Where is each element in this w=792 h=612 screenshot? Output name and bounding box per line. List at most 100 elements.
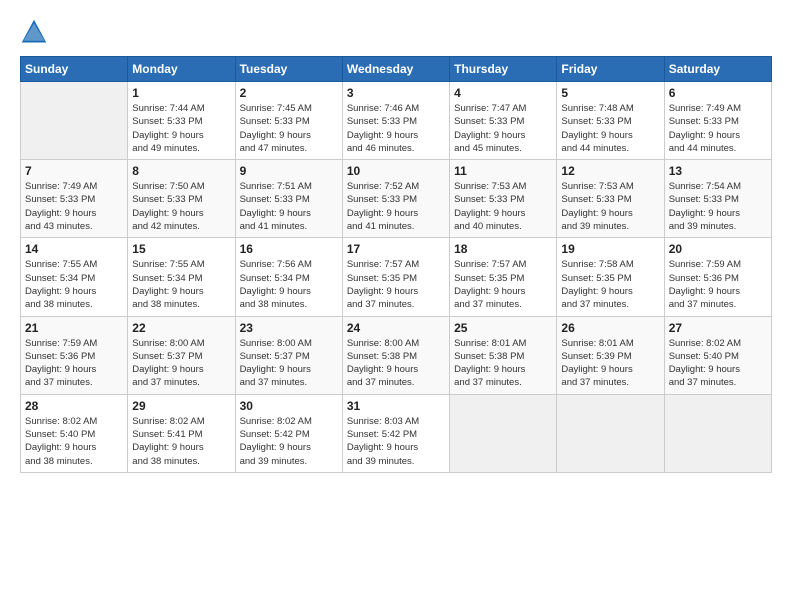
- day-info: Sunrise: 7:44 AM Sunset: 5:33 PM Dayligh…: [132, 102, 230, 155]
- day-cell: 26 Sunrise: 8:01 AM Sunset: 5:39 PM Dayli…: [557, 316, 664, 394]
- day-info: Sunrise: 8:02 AM Sunset: 5:40 PM Dayligh…: [669, 337, 767, 390]
- day-number: 15: [132, 242, 230, 256]
- logo-icon: [20, 18, 48, 46]
- day-cell: 7Sunrise: 7:49 AM Sunset: 5:33 PM Daylig…: [21, 160, 128, 238]
- day-info: Sunrise: 8:01 AM Sunset: 5:38 PM Dayligh…: [454, 337, 552, 390]
- day-cell: [664, 394, 771, 472]
- day-cell: 30 Sunrise: 8:02 AM Sunset: 5:42 PM Dayli…: [235, 394, 342, 472]
- day-cell: [21, 82, 128, 160]
- day-number: 30: [240, 399, 338, 413]
- day-number: 8: [132, 164, 230, 178]
- day-cell: 27 Sunrise: 8:02 AM Sunset: 5:40 PM Dayli…: [664, 316, 771, 394]
- day-info: Sunrise: 7:56 AM Sunset: 5:34 PM Dayligh…: [240, 258, 338, 311]
- day-number: 28: [25, 399, 123, 413]
- day-info: Sunrise: 7:52 AM Sunset: 5:33 PM Dayligh…: [347, 180, 445, 233]
- day-cell: 18 Sunrise: 7:57 AM Sunset: 5:35 PM Dayli…: [450, 238, 557, 316]
- logo: [20, 18, 52, 46]
- header: [20, 18, 772, 46]
- day-cell: 5Sunrise: 7:48 AM Sunset: 5:33 PM Daylig…: [557, 82, 664, 160]
- day-info: Sunrise: 7:45 AM Sunset: 5:33 PM Dayligh…: [240, 102, 338, 155]
- header-day-friday: Friday: [557, 57, 664, 82]
- day-number: 5: [561, 86, 659, 100]
- day-cell: 8 Sunrise: 7:50 AM Sunset: 5:33 PM Daylig…: [128, 160, 235, 238]
- days-header-row: SundayMondayTuesdayWednesdayThursdayFrid…: [21, 57, 772, 82]
- day-number: 31: [347, 399, 445, 413]
- day-info: Sunrise: 7:47 AM Sunset: 5:33 PM Dayligh…: [454, 102, 552, 155]
- day-info: Sunrise: 7:59 AM Sunset: 5:36 PM Dayligh…: [25, 337, 123, 390]
- day-info: Sunrise: 7:49 AM Sunset: 5:33 PM Dayligh…: [669, 102, 767, 155]
- day-info: Sunrise: 7:57 AM Sunset: 5:35 PM Dayligh…: [347, 258, 445, 311]
- week-row-2: 7Sunrise: 7:49 AM Sunset: 5:33 PM Daylig…: [21, 160, 772, 238]
- day-number: 27: [669, 321, 767, 335]
- day-cell: 6 Sunrise: 7:49 AM Sunset: 5:33 PM Daylig…: [664, 82, 771, 160]
- day-info: Sunrise: 8:00 AM Sunset: 5:38 PM Dayligh…: [347, 337, 445, 390]
- day-info: Sunrise: 8:00 AM Sunset: 5:37 PM Dayligh…: [240, 337, 338, 390]
- header-day-sunday: Sunday: [21, 57, 128, 82]
- day-cell: 23 Sunrise: 8:00 AM Sunset: 5:37 PM Dayli…: [235, 316, 342, 394]
- day-info: Sunrise: 7:59 AM Sunset: 5:36 PM Dayligh…: [669, 258, 767, 311]
- day-number: 10: [347, 164, 445, 178]
- day-cell: 25 Sunrise: 8:01 AM Sunset: 5:38 PM Dayli…: [450, 316, 557, 394]
- page: SundayMondayTuesdayWednesdayThursdayFrid…: [0, 0, 792, 612]
- day-cell: 20 Sunrise: 7:59 AM Sunset: 5:36 PM Dayli…: [664, 238, 771, 316]
- calendar-body: 1 Sunrise: 7:44 AM Sunset: 5:33 PM Daylig…: [21, 82, 772, 473]
- day-cell: 13Sunrise: 7:54 AM Sunset: 5:33 PM Dayli…: [664, 160, 771, 238]
- day-cell: 31 Sunrise: 8:03 AM Sunset: 5:42 PM Dayli…: [342, 394, 449, 472]
- day-cell: 22Sunrise: 8:00 AM Sunset: 5:37 PM Dayli…: [128, 316, 235, 394]
- day-number: 6: [669, 86, 767, 100]
- day-number: 20: [669, 242, 767, 256]
- day-info: Sunrise: 7:55 AM Sunset: 5:34 PM Dayligh…: [132, 258, 230, 311]
- day-number: 14: [25, 242, 123, 256]
- day-cell: 9Sunrise: 7:51 AM Sunset: 5:33 PM Daylig…: [235, 160, 342, 238]
- day-number: 18: [454, 242, 552, 256]
- day-number: 17: [347, 242, 445, 256]
- header-day-saturday: Saturday: [664, 57, 771, 82]
- day-number: 19: [561, 242, 659, 256]
- day-info: Sunrise: 7:51 AM Sunset: 5:33 PM Dayligh…: [240, 180, 338, 233]
- day-info: Sunrise: 7:53 AM Sunset: 5:33 PM Dayligh…: [561, 180, 659, 233]
- day-info: Sunrise: 8:03 AM Sunset: 5:42 PM Dayligh…: [347, 415, 445, 468]
- day-cell: 4 Sunrise: 7:47 AM Sunset: 5:33 PM Daylig…: [450, 82, 557, 160]
- day-cell: 24 Sunrise: 8:00 AM Sunset: 5:38 PM Dayli…: [342, 316, 449, 394]
- day-cell: 11 Sunrise: 7:53 AM Sunset: 5:33 PM Dayli…: [450, 160, 557, 238]
- week-row-3: 14 Sunrise: 7:55 AM Sunset: 5:34 PM Dayli…: [21, 238, 772, 316]
- day-cell: 16 Sunrise: 7:56 AM Sunset: 5:34 PM Dayli…: [235, 238, 342, 316]
- calendar-header: SundayMondayTuesdayWednesdayThursdayFrid…: [21, 57, 772, 82]
- day-info: Sunrise: 7:50 AM Sunset: 5:33 PM Dayligh…: [132, 180, 230, 233]
- day-info: Sunrise: 7:53 AM Sunset: 5:33 PM Dayligh…: [454, 180, 552, 233]
- day-number: 24: [347, 321, 445, 335]
- day-cell: 28Sunrise: 8:02 AM Sunset: 5:40 PM Dayli…: [21, 394, 128, 472]
- day-cell: 19 Sunrise: 7:58 AM Sunset: 5:35 PM Dayli…: [557, 238, 664, 316]
- header-day-thursday: Thursday: [450, 57, 557, 82]
- day-cell: 12 Sunrise: 7:53 AM Sunset: 5:33 PM Dayli…: [557, 160, 664, 238]
- day-cell: 29Sunrise: 8:02 AM Sunset: 5:41 PM Dayli…: [128, 394, 235, 472]
- day-cell: 14 Sunrise: 7:55 AM Sunset: 5:34 PM Dayli…: [21, 238, 128, 316]
- day-number: 23: [240, 321, 338, 335]
- header-day-wednesday: Wednesday: [342, 57, 449, 82]
- day-cell: 15 Sunrise: 7:55 AM Sunset: 5:34 PM Dayli…: [128, 238, 235, 316]
- day-number: 21: [25, 321, 123, 335]
- day-number: 2: [240, 86, 338, 100]
- day-number: 13: [669, 164, 767, 178]
- day-cell: 1 Sunrise: 7:44 AM Sunset: 5:33 PM Daylig…: [128, 82, 235, 160]
- day-number: 16: [240, 242, 338, 256]
- day-info: Sunrise: 8:02 AM Sunset: 5:42 PM Dayligh…: [240, 415, 338, 468]
- day-info: Sunrise: 7:58 AM Sunset: 5:35 PM Dayligh…: [561, 258, 659, 311]
- day-number: 25: [454, 321, 552, 335]
- day-number: 4: [454, 86, 552, 100]
- day-number: 11: [454, 164, 552, 178]
- day-number: 7: [25, 164, 123, 178]
- calendar-table: SundayMondayTuesdayWednesdayThursdayFrid…: [20, 56, 772, 473]
- day-number: 26: [561, 321, 659, 335]
- week-row-4: 21 Sunrise: 7:59 AM Sunset: 5:36 PM Dayli…: [21, 316, 772, 394]
- day-number: 12: [561, 164, 659, 178]
- day-info: Sunrise: 7:55 AM Sunset: 5:34 PM Dayligh…: [25, 258, 123, 311]
- day-info: Sunrise: 8:02 AM Sunset: 5:41 PM Dayligh…: [132, 415, 230, 468]
- day-info: Sunrise: 7:57 AM Sunset: 5:35 PM Dayligh…: [454, 258, 552, 311]
- day-info: Sunrise: 8:01 AM Sunset: 5:39 PM Dayligh…: [561, 337, 659, 390]
- day-cell: 10 Sunrise: 7:52 AM Sunset: 5:33 PM Dayli…: [342, 160, 449, 238]
- day-number: 1: [132, 86, 230, 100]
- day-cell: [450, 394, 557, 472]
- day-cell: 2 Sunrise: 7:45 AM Sunset: 5:33 PM Daylig…: [235, 82, 342, 160]
- day-cell: 17 Sunrise: 7:57 AM Sunset: 5:35 PM Dayli…: [342, 238, 449, 316]
